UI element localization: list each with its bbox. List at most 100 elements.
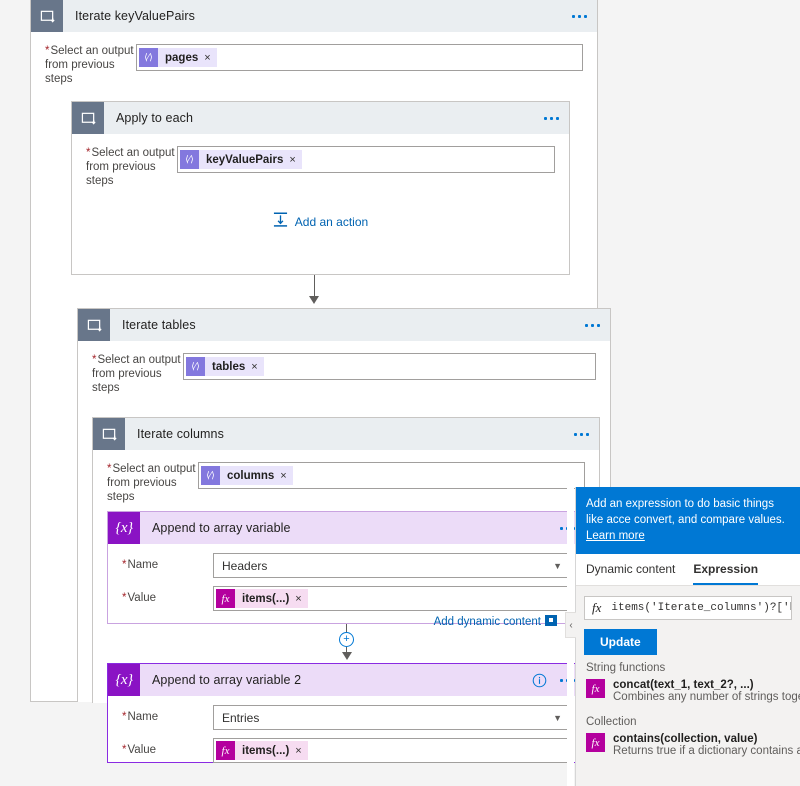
token-chip-pages[interactable]: ⟨∕⟩ pages × <box>139 48 217 67</box>
function-signature: concat(text_1, text_2?, ...) <box>613 679 754 691</box>
name-dropdown-entries[interactable]: Entries ▼ <box>213 705 571 730</box>
expression-fx-icon: fx <box>216 589 235 608</box>
name-dropdown-value: Headers <box>222 558 268 573</box>
foreach-loop-icon <box>78 309 110 341</box>
field-label-select-output-tables: *Select an output from previous steps <box>92 354 181 394</box>
more-commands-button-iterate-tables[interactable] <box>585 309 600 341</box>
expression-banner: Add an expression to do basic things lik… <box>576 487 800 554</box>
name-dropdown-headers[interactable]: Headers ▼ <box>213 553 571 578</box>
function-group-label-string: String functions <box>586 662 666 674</box>
variable-braces-icon: {x} <box>108 512 140 544</box>
update-button[interactable]: Update <box>584 629 657 655</box>
expression-fx-icon: fx <box>586 679 605 698</box>
field-row-select-output-apply: *Select an output from previous steps ⟨∕… <box>72 134 569 188</box>
select-output-input-tables[interactable]: ⟨∕⟩ tables × <box>183 353 596 380</box>
token-remove-icon[interactable]: × <box>280 470 286 482</box>
dynamic-content-icon: ⟨∕⟩ <box>180 150 199 169</box>
card-apply-to-each[interactable]: Apply to each *Select an output from pre… <box>71 101 570 275</box>
function-item-concat[interactable]: fx concat(text_1, text_2?, ...) Combines… <box>576 677 800 709</box>
dynamic-content-icon: ⟨∕⟩ <box>186 357 205 376</box>
expression-panel-body: fx items('Iterate_columns')?['he Update … <box>576 586 800 786</box>
learn-more-link[interactable]: Learn more <box>586 530 645 542</box>
variable-braces-icon: {x} <box>108 664 140 696</box>
card-append-to-array-variable-2[interactable]: {x} Append to array variable 2 *Name Ent… <box>107 663 586 763</box>
card-header-iterate-tables[interactable]: Iterate tables <box>78 309 610 341</box>
token-label: pages <box>165 51 199 64</box>
add-an-action-label: Add an action <box>294 214 369 229</box>
value-input-headers[interactable]: fx items(...) × <box>213 586 571 611</box>
token-remove-icon[interactable]: × <box>204 52 210 64</box>
add-an-action-button[interactable]: Add an action <box>72 188 569 253</box>
dynamic-content-icon: ⟨∕⟩ <box>201 466 220 485</box>
card-title-append-to-array-variable-2: Append to array variable 2 <box>152 673 302 687</box>
field-label-value-entries: *Value <box>122 744 157 756</box>
field-label-name-entries: *Name <box>122 711 159 723</box>
function-description: Returns true if a dictionary contains a … <box>613 745 800 757</box>
token-remove-icon[interactable]: × <box>289 154 295 166</box>
field-row-value-entries: *Value fx items(...) × <box>108 730 585 763</box>
chevron-down-icon: ▼ <box>553 712 562 723</box>
chevron-down-icon: ▼ <box>553 560 562 571</box>
tab-dynamic-content[interactable]: Dynamic content <box>586 562 675 585</box>
select-output-input-outer[interactable]: ⟨∕⟩ pages × <box>136 44 583 71</box>
insert-action-icon <box>273 212 288 231</box>
token-remove-icon[interactable]: × <box>295 593 301 605</box>
card-title-append-to-array-variable: Append to array variable <box>152 521 291 535</box>
token-label: columns <box>227 469 275 482</box>
insert-new-step-button[interactable]: + <box>339 632 354 647</box>
expression-panel-tabs: Dynamic content Expression <box>576 554 800 586</box>
more-commands-button-apply-to-each[interactable] <box>544 102 559 134</box>
field-label-value-headers: *Value <box>122 592 157 604</box>
foreach-loop-icon <box>72 102 104 134</box>
required-marker: * <box>45 45 50 57</box>
expression-input[interactable]: fx items('Iterate_columns')?['he <box>584 596 792 620</box>
dynamic-content-icon: ⟨∕⟩ <box>139 48 158 67</box>
card-header-iterate-keyvaluepairs[interactable]: Iterate keyValuePairs <box>31 0 597 32</box>
foreach-loop-icon <box>93 418 125 450</box>
card-header-append-to-array-variable[interactable]: {x} Append to array variable <box>108 512 585 544</box>
card-header-iterate-columns[interactable]: Iterate columns <box>93 418 599 450</box>
field-label-name-headers: *Name <box>122 559 159 571</box>
field-row-select-output-columns: *Select an output from previous steps ⟨∕… <box>93 450 599 504</box>
tab-expression[interactable]: Expression <box>693 562 759 585</box>
card-iterate-columns[interactable]: Iterate columns *Select an output from p… <box>92 417 600 763</box>
field-label-select-output-columns: *Select an output from previous steps <box>107 463 196 503</box>
token-label: items(...) <box>242 744 290 757</box>
card-iterate-tables[interactable]: Iterate tables *Select an output from pr… <box>77 308 611 763</box>
expression-banner-line2: convert, and compare values. <box>633 514 785 526</box>
connector-insert-between-variables[interactable]: + <box>107 624 586 660</box>
token-chip-tables[interactable]: ⟨∕⟩ tables × <box>186 357 264 376</box>
token-chip-keyvaluepairs[interactable]: ⟨∕⟩ keyValuePairs × <box>180 150 302 169</box>
card-header-append-to-array-variable-2[interactable]: {x} Append to array variable 2 <box>108 664 585 696</box>
token-chip-items-headers[interactable]: fx items(...) × <box>216 589 308 608</box>
function-group-label-collection: Collection <box>586 716 637 728</box>
foreach-loop-icon <box>31 0 63 32</box>
expression-fx-icon: fx <box>216 741 235 760</box>
token-remove-icon[interactable]: × <box>295 745 301 757</box>
field-label-select-output-apply: *Select an output from previous steps <box>86 147 175 187</box>
expression-fx-icon: fx <box>592 600 602 615</box>
expression-editor-panel: Add an expression to do basic things lik… <box>575 487 800 786</box>
field-row-name-entries: *Name Entries ▼ <box>108 696 585 730</box>
info-icon[interactable] <box>532 664 547 696</box>
token-chip-items-entries[interactable]: fx items(...) × <box>216 741 308 760</box>
card-append-to-array-variable[interactable]: {x} Append to array variable *Name Heade… <box>107 511 586 628</box>
card-iterate-keyvaluepairs[interactable]: Iterate keyValuePairs *Select an output … <box>30 0 611 763</box>
select-output-input-columns[interactable]: ⟨∕⟩ columns × <box>198 462 585 489</box>
value-input-entries[interactable]: fx items(...) × <box>213 738 571 763</box>
field-row-name-headers: *Name Headers ▼ <box>108 544 585 578</box>
more-commands-button-outer[interactable] <box>572 0 587 32</box>
collapse-panel-handle[interactable]: ‹ <box>565 612 576 638</box>
token-chip-columns[interactable]: ⟨∕⟩ columns × <box>201 466 293 485</box>
card-title-apply-to-each: Apply to each <box>116 111 194 125</box>
select-output-input-apply[interactable]: ⟨∕⟩ keyValuePairs × <box>177 146 555 173</box>
field-row-select-output-outer: *Select an output from previous steps ⟨∕… <box>31 32 597 86</box>
token-label: tables <box>212 360 246 373</box>
card-title-iterate-columns: Iterate columns <box>137 427 224 441</box>
function-item-contains[interactable]: fx contains(collection, value) Returns t… <box>576 731 800 763</box>
card-header-apply-to-each[interactable]: Apply to each <box>72 102 569 134</box>
more-commands-button-iterate-columns[interactable] <box>574 418 589 450</box>
token-remove-icon[interactable]: × <box>251 361 257 373</box>
function-signature: contains(collection, value) <box>613 733 758 745</box>
card-title-iterate-tables: Iterate tables <box>122 318 196 332</box>
